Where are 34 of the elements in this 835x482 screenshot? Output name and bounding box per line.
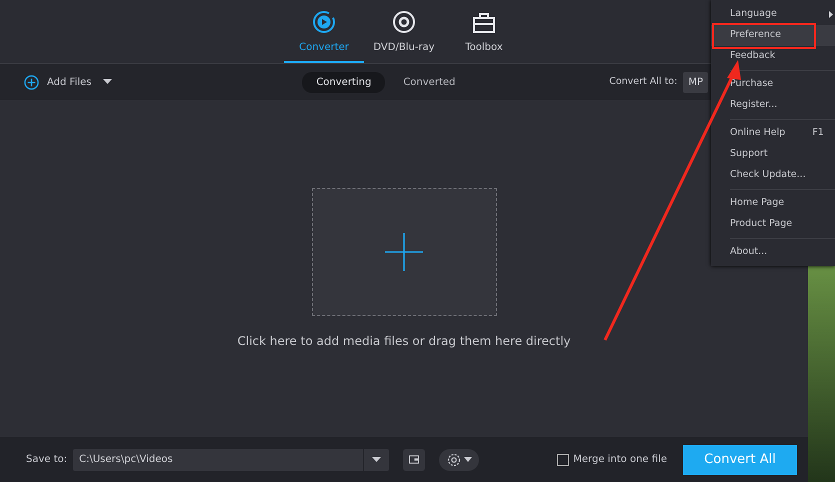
- menu-item[interactable]: Preference: [711, 25, 835, 46]
- drop-hint: Click here to add media files or drag them here directly: [237, 332, 571, 350]
- plus-icon: [385, 232, 423, 270]
- folder-icon: [409, 454, 420, 465]
- disc-icon: [392, 10, 416, 34]
- settings-button[interactable]: [439, 448, 480, 470]
- menu-item[interactable]: Language: [711, 4, 835, 25]
- merge-checkbox[interactable]: Merge into one file: [557, 452, 667, 467]
- format-select[interactable]: MP: [683, 72, 708, 92]
- caret-icon: [372, 456, 382, 462]
- menu-item[interactable]: Home Page: [711, 193, 835, 214]
- save-to-label: Save to:: [26, 453, 68, 467]
- caret-icon: [103, 79, 112, 85]
- add-files-button[interactable]: Add Files: [24, 74, 112, 90]
- segment-tab[interactable]: Converted: [389, 72, 470, 92]
- menu-item[interactable]: Feedback: [711, 46, 835, 67]
- caret-icon: [464, 457, 472, 462]
- menu-item[interactable]: About...: [711, 242, 835, 263]
- plus-circle-icon: [24, 74, 39, 90]
- menu-item[interactable]: Register...: [711, 95, 835, 116]
- path-field[interactable]: C:\Users\pc\Videos: [73, 448, 390, 470]
- segment-tab[interactable]: Converting: [302, 72, 386, 92]
- menu-item[interactable]: Purchase: [711, 74, 835, 95]
- play-circle-icon: [312, 10, 336, 34]
- convert-all-to-label: Convert All to:: [609, 74, 678, 89]
- menu-item[interactable]: Online Help F1: [711, 123, 835, 144]
- menu-item[interactable]: Support: [711, 144, 835, 165]
- menu-item[interactable]: Product Page: [711, 214, 835, 235]
- nav-tab[interactable]: Toolbox: [444, 0, 524, 63]
- toolbox-icon: [472, 12, 496, 34]
- folder-button[interactable]: [403, 448, 426, 470]
- nav-tab[interactable]: DVD/Blu-ray: [364, 0, 444, 63]
- menu-item[interactable]: Check Update...: [711, 165, 835, 186]
- settings-icon: [446, 452, 461, 466]
